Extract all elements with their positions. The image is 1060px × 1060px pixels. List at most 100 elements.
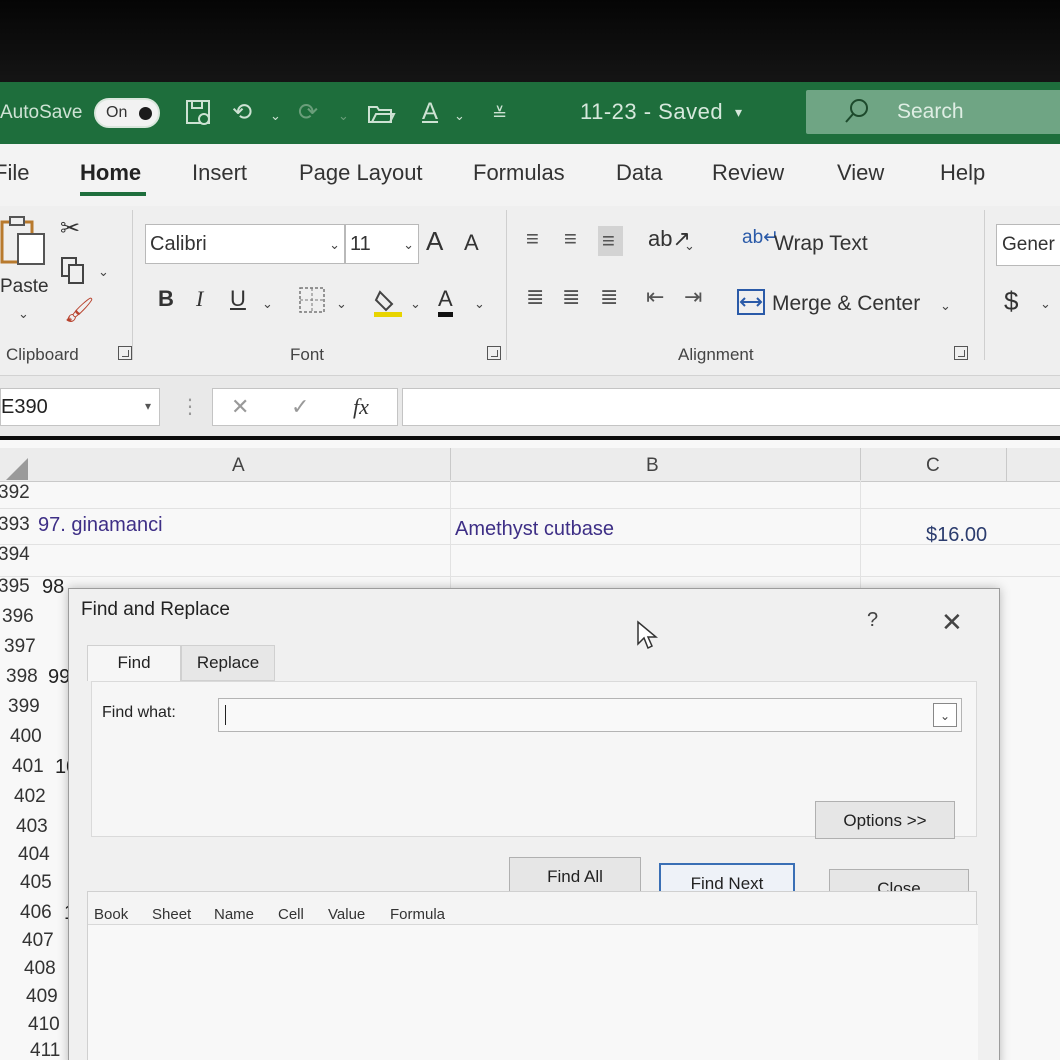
- paste-dropdown-icon[interactable]: ⌄: [18, 306, 29, 322]
- formula-bar-grip-icon[interactable]: ⋮: [180, 394, 200, 419]
- column-header-b[interactable]: B: [646, 455, 659, 477]
- row-header[interactable]: 407: [22, 930, 54, 952]
- font-color-dropdown-icon[interactable]: ⌄: [474, 296, 485, 312]
- tab-formulas[interactable]: Formulas: [473, 160, 565, 186]
- column-header-c[interactable]: C: [926, 455, 940, 477]
- tab-insert[interactable]: Insert: [192, 160, 247, 186]
- grow-font-button[interactable]: A: [426, 226, 443, 257]
- clipboard-launcher-icon[interactable]: [118, 346, 132, 360]
- currency-dropdown-icon[interactable]: ⌄: [1040, 296, 1051, 312]
- row-header[interactable]: 392: [0, 482, 30, 504]
- fill-color-icon[interactable]: [372, 286, 404, 324]
- row-header[interactable]: 394: [0, 544, 30, 566]
- customize-toolbar-icon[interactable]: ≚: [492, 104, 507, 125]
- results-header-name[interactable]: Name: [214, 906, 254, 923]
- copy-icon[interactable]: [60, 256, 88, 292]
- currency-button[interactable]: $: [1004, 286, 1018, 317]
- font-name-dropdown-icon[interactable]: ⌄: [329, 237, 340, 253]
- row-header[interactable]: 406: [20, 902, 52, 924]
- paste-label[interactable]: Paste: [0, 276, 49, 298]
- close-icon[interactable]: ✕: [941, 607, 963, 638]
- font-name-field[interactable]: Calibri ⌄: [145, 224, 345, 264]
- fill-color-dropdown-icon[interactable]: ⌄: [410, 296, 421, 312]
- formula-input[interactable]: [402, 388, 1060, 426]
- row-header[interactable]: 398: [6, 666, 38, 688]
- cell-a398[interactable]: 99: [48, 666, 70, 689]
- row-header[interactable]: 395: [0, 576, 30, 598]
- select-all-corner[interactable]: [6, 458, 28, 480]
- results-header-formula[interactable]: Formula: [390, 906, 445, 923]
- help-button[interactable]: ?: [867, 609, 878, 632]
- top-align-icon[interactable]: ≡: [526, 226, 543, 252]
- find-all-button[interactable]: Find All: [509, 857, 641, 895]
- italic-button[interactable]: I: [196, 286, 203, 312]
- redo-icon[interactable]: ⟳: [298, 98, 318, 127]
- tab-page-layout[interactable]: Page Layout: [299, 160, 423, 186]
- paste-icon[interactable]: [0, 214, 50, 276]
- align-left-icon[interactable]: ≣: [526, 284, 548, 310]
- results-list[interactable]: Book Sheet Name Cell Value Formula: [87, 891, 978, 1060]
- row-header[interactable]: 402: [14, 786, 46, 808]
- increase-indent-icon[interactable]: ⇥: [684, 284, 706, 310]
- align-right-icon[interactable]: ≣: [600, 284, 622, 310]
- insert-function-button[interactable]: fx: [353, 394, 369, 420]
- cancel-entry-icon[interactable]: ✕: [231, 394, 249, 420]
- name-box[interactable]: E390 ▾: [0, 388, 160, 426]
- open-folder-icon[interactable]: [366, 98, 396, 135]
- search-box[interactable]: Search: [806, 90, 1060, 134]
- save-icon[interactable]: [184, 98, 214, 135]
- tab-view[interactable]: View: [837, 160, 884, 186]
- merge-center-icon[interactable]: [736, 288, 766, 322]
- number-format-field[interactable]: Gener: [996, 224, 1060, 266]
- font-color-button[interactable]: A: [438, 286, 453, 317]
- title-dropdown-icon[interactable]: ▾: [735, 104, 742, 121]
- name-box-dropdown-icon[interactable]: ▾: [145, 399, 151, 413]
- row-header[interactable]: 404: [18, 844, 50, 866]
- row-header[interactable]: 400: [10, 726, 42, 748]
- merge-center-button[interactable]: Merge & Center: [772, 292, 920, 316]
- wrap-text-button[interactable]: Wrap Text: [774, 232, 868, 256]
- shrink-font-button[interactable]: A: [464, 230, 479, 256]
- find-what-dropdown-icon[interactable]: ⌄: [933, 703, 957, 727]
- row-header[interactable]: 410: [28, 1014, 60, 1036]
- tab-help[interactable]: Help: [940, 160, 985, 186]
- align-center-icon[interactable]: ≣: [562, 284, 584, 310]
- format-painter-icon[interactable]: 🖌: [64, 296, 94, 325]
- redo-dropdown-icon[interactable]: ⌄: [338, 108, 349, 124]
- confirm-entry-icon[interactable]: ✓: [291, 394, 309, 420]
- middle-align-icon[interactable]: ≡: [564, 226, 581, 252]
- cell-a393[interactable]: 97. ginamanci: [38, 514, 163, 537]
- underline-dropdown-icon[interactable]: ⌄: [262, 296, 273, 312]
- cell-b393[interactable]: Amethyst cutbase: [455, 518, 614, 541]
- results-header-book[interactable]: Book: [94, 906, 128, 923]
- tab-find[interactable]: Find: [87, 645, 181, 681]
- document-title[interactable]: 11-23 - Saved: [580, 99, 723, 125]
- merge-center-dropdown-icon[interactable]: ⌄: [940, 298, 951, 314]
- orientation-dropdown-icon[interactable]: ⌄: [684, 238, 695, 254]
- font-size-field[interactable]: 11 ⌄: [345, 224, 419, 264]
- row-header[interactable]: 397: [4, 636, 36, 658]
- borders-icon[interactable]: [298, 286, 326, 320]
- row-header[interactable]: 393: [0, 514, 30, 536]
- row-header[interactable]: 411: [30, 1040, 60, 1060]
- undo-icon[interactable]: ⟲: [232, 98, 252, 127]
- bold-button[interactable]: B: [158, 286, 174, 312]
- tab-replace[interactable]: Replace: [181, 645, 275, 681]
- row-header[interactable]: 401: [12, 756, 44, 778]
- column-header-a[interactable]: A: [232, 455, 245, 477]
- bottom-align-icon[interactable]: ≡: [598, 226, 623, 256]
- tab-data[interactable]: Data: [616, 160, 662, 186]
- alignment-launcher-icon[interactable]: [954, 346, 968, 360]
- cut-icon[interactable]: ✂: [60, 214, 80, 243]
- row-header[interactable]: 408: [24, 958, 56, 980]
- tab-review[interactable]: Review: [712, 160, 784, 186]
- row-header[interactable]: 399: [8, 696, 40, 718]
- options-button[interactable]: Options >>: [815, 801, 955, 839]
- results-header-sheet[interactable]: Sheet: [152, 906, 191, 923]
- tab-file[interactable]: File: [0, 160, 29, 186]
- cell-c393[interactable]: $16.00: [926, 524, 987, 547]
- find-what-input[interactable]: ⌄: [218, 698, 962, 732]
- cell-a395[interactable]: 98: [42, 576, 64, 599]
- row-header[interactable]: 409: [26, 986, 58, 1008]
- autosave-toggle[interactable]: On: [94, 98, 160, 128]
